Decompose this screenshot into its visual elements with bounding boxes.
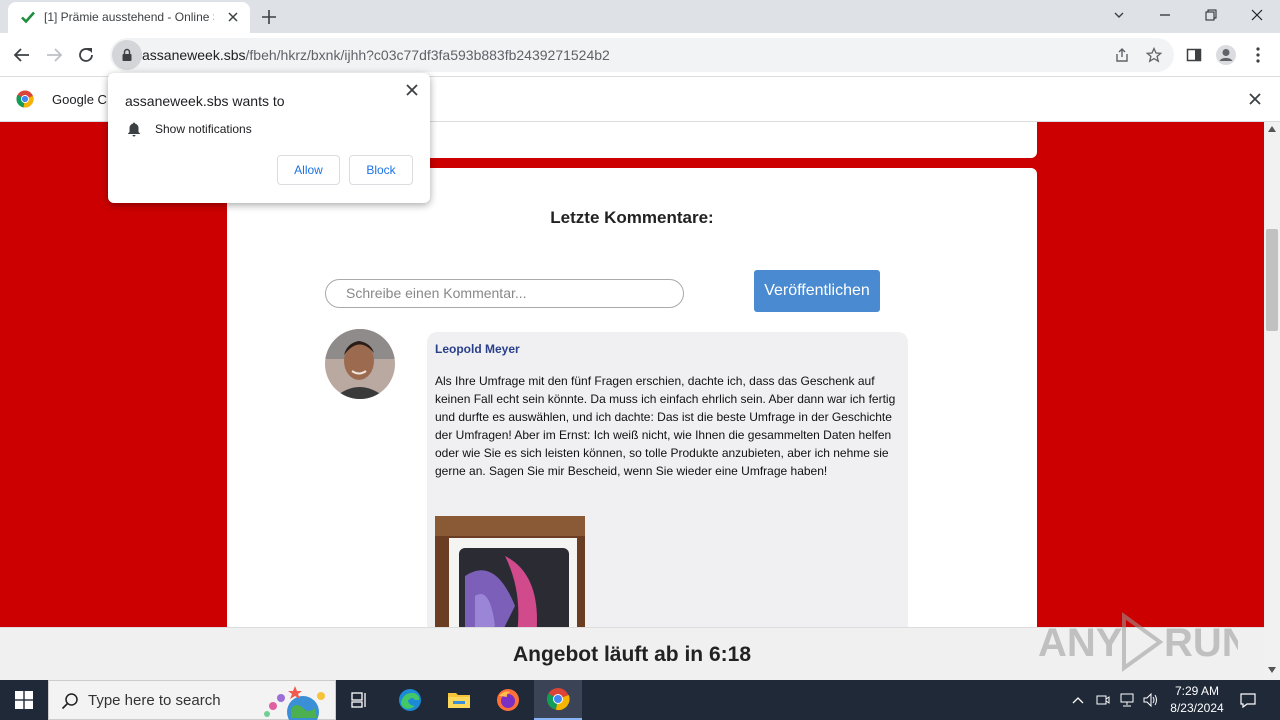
allow-button[interactable]: Allow xyxy=(277,155,340,185)
address-bar[interactable]: assaneweek.sbs/fbeh/hkrz/bxnk/ijhh?c03c7… xyxy=(110,38,1174,72)
restore-icon[interactable] xyxy=(1188,0,1234,30)
close-popup-icon[interactable] xyxy=(403,81,421,99)
profile-icon[interactable] xyxy=(1212,41,1240,69)
menu-kebab-icon[interactable] xyxy=(1244,41,1272,69)
show-hidden-icons-chevron-icon[interactable] xyxy=(1066,680,1090,720)
url-text: assaneweek.sbs/fbeh/hkrz/bxnk/ijhh?c03c7… xyxy=(142,47,610,63)
tab-search-icon[interactable] xyxy=(1096,0,1142,30)
browser-tab[interactable]: [1] Prämie ausstehend - Online S xyxy=(8,2,250,33)
close-infobar-icon[interactable] xyxy=(1246,90,1264,108)
anyrun-watermark-logo: ANY RUN xyxy=(1038,612,1238,672)
svg-text:ANY: ANY xyxy=(1038,621,1123,665)
bookmark-star-icon[interactable] xyxy=(1140,41,1168,69)
network-icon[interactable] xyxy=(1116,680,1138,720)
scroll-down-icon[interactable] xyxy=(1268,667,1276,673)
scroll-up-icon[interactable] xyxy=(1268,126,1276,132)
tab-title: [1] Prämie ausstehend - Online S xyxy=(44,10,214,24)
clock-time: 7:29 AM xyxy=(1174,684,1220,698)
permission-text: Show notifications xyxy=(155,122,252,136)
comment-bubble: Leopold Meyer Als Ihre Umfrage mit den f… xyxy=(427,332,908,627)
svg-text:RUN: RUN xyxy=(1164,621,1238,665)
popup-title: assaneweek.sbs wants to xyxy=(125,93,285,109)
close-tab-icon[interactable] xyxy=(224,8,242,26)
volume-icon[interactable] xyxy=(1140,680,1162,720)
taskbar-search-box[interactable]: Type here to search xyxy=(48,680,336,720)
side-panel-icon[interactable] xyxy=(1180,41,1208,69)
edge-browser-icon[interactable] xyxy=(386,680,434,720)
page-scrollbar[interactable] xyxy=(1264,122,1280,680)
comment-text: Als Ihre Umfrage mit den fünf Fragen ers… xyxy=(435,374,896,478)
windows-start-icon[interactable] xyxy=(0,680,48,720)
back-icon[interactable] xyxy=(8,41,36,69)
close-window-icon[interactable] xyxy=(1234,0,1280,30)
windows-taskbar: Type here to search 7:29 AM 8/23/2024 xyxy=(0,680,1280,720)
firefox-icon[interactable] xyxy=(484,680,532,720)
bell-icon xyxy=(128,122,140,137)
reload-icon[interactable] xyxy=(72,41,100,69)
comments-card: Letzte Kommentare: Schreibe einen Kommen… xyxy=(227,168,1037,627)
forward-icon[interactable] xyxy=(40,41,68,69)
minimize-icon[interactable] xyxy=(1142,0,1188,30)
taskbar-search-placeholder: Type here to search xyxy=(88,692,221,709)
chrome-taskbar-icon[interactable] xyxy=(534,680,582,720)
url-domain: assaneweek.sbs xyxy=(142,47,246,63)
meet-now-icon[interactable] xyxy=(1092,680,1114,720)
infobar-text: Google C xyxy=(52,92,107,107)
share-icon[interactable] xyxy=(1108,41,1136,69)
notification-permission-popup: assaneweek.sbs wants to Show notificatio… xyxy=(108,73,430,203)
tab-strip: [1] Prämie ausstehend - Online S xyxy=(0,0,1280,33)
block-button[interactable]: Block xyxy=(349,155,413,185)
new-tab-icon[interactable] xyxy=(258,6,280,28)
notification-center-icon[interactable] xyxy=(1234,680,1262,720)
search-highlight-globe-icon xyxy=(264,686,325,720)
file-explorer-icon[interactable] xyxy=(435,680,483,720)
comment-input[interactable]: Schreibe einen Kommentar... xyxy=(325,279,684,308)
taskbar-clock[interactable]: 7:29 AM 8/23/2024 xyxy=(1160,683,1234,717)
clock-date: 8/23/2024 xyxy=(1170,701,1224,715)
search-icon xyxy=(61,693,78,710)
task-view-icon[interactable] xyxy=(336,680,384,720)
comment-author[interactable]: Leopold Meyer xyxy=(435,342,520,356)
chrome-logo-icon xyxy=(16,90,34,108)
checkmark-icon xyxy=(21,11,35,24)
browser-toolbar: assaneweek.sbs/fbeh/hkrz/bxnk/ijhh?c03c7… xyxy=(0,33,1280,77)
comment-photo xyxy=(435,516,585,627)
avatar xyxy=(325,329,395,399)
lock-icon[interactable] xyxy=(112,40,142,70)
publish-button[interactable]: Veröffentlichen xyxy=(754,270,880,312)
url-path: /fbeh/hkrz/bxnk/ijhh?c03c77df3fa593b883f… xyxy=(245,47,610,63)
comments-heading: Letzte Kommentare: xyxy=(550,208,714,227)
scroll-thumb[interactable] xyxy=(1266,229,1278,331)
